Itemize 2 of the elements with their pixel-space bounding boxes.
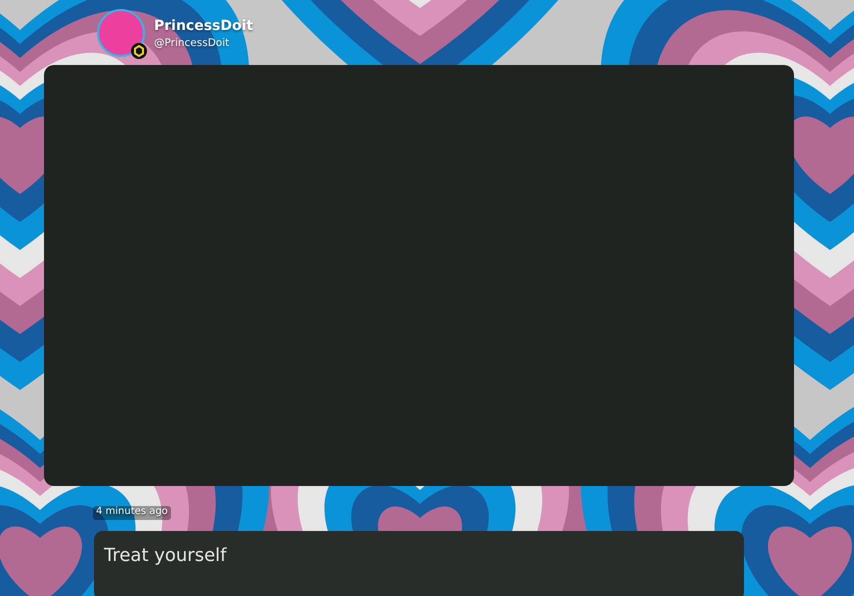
message-text: Treat yourself <box>104 545 227 566</box>
badge-icon <box>131 42 147 58</box>
